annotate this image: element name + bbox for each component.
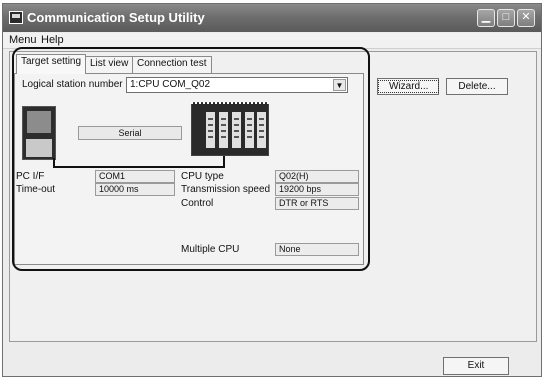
serial-label: Serial (78, 126, 182, 140)
cpu-type-label: CPU type (181, 171, 224, 182)
control-label: Control (181, 198, 214, 209)
delete-button[interactable]: Delete... (446, 78, 508, 95)
transmission-speed-value: 19200 bps (275, 183, 359, 196)
tab-target-setting[interactable]: Target setting (16, 54, 87, 74)
control-value: DTR or RTS (275, 197, 359, 210)
computer-screen (27, 111, 51, 133)
wizard-button-label: Wizard... (378, 80, 440, 93)
logical-station-label: Logical station number (22, 79, 123, 90)
utility-icon (9, 11, 23, 24)
pc-if-label: PC I/F (16, 171, 45, 182)
timeout-value: 10000 ms (95, 183, 175, 196)
maximize-button[interactable]: □ (497, 9, 515, 27)
target-setting-panel: Logical station number 1:CPU COM_Q02 ▼ S… (14, 73, 364, 265)
logical-station-value: 1:CPU COM_Q02 (130, 79, 211, 90)
tab-connection-test[interactable]: Connection test (132, 56, 212, 73)
computer-base (26, 139, 52, 157)
exit-button[interactable]: Exit (443, 357, 509, 375)
computer-icon (22, 106, 56, 160)
menu-item-help[interactable]: Help (41, 34, 64, 46)
multiple-cpu-value: None (275, 243, 359, 256)
timeout-label: Time-out (16, 184, 56, 195)
multiple-cpu-label: Multiple CPU (181, 244, 240, 255)
main-content: Target setting List view Connection test… (9, 47, 537, 342)
window-title: Communication Setup Utility (27, 10, 205, 25)
plc-slot (219, 112, 228, 148)
plc-slot (245, 112, 254, 148)
connection-line (223, 156, 225, 167)
minimize-button[interactable]: ▁ (477, 9, 495, 27)
chevron-down-icon[interactable]: ▼ (333, 79, 346, 91)
plc-slot (257, 112, 266, 148)
plc-rack-icon (191, 102, 269, 156)
wizard-button[interactable]: Wizard... (377, 78, 440, 95)
app-window: Communication Setup Utility ▁ □ ✕ Menu H… (2, 3, 542, 377)
menu-bar: Menu Help (3, 33, 541, 49)
connection-line (53, 166, 225, 168)
logical-station-select[interactable]: 1:CPU COM_Q02 ▼ (126, 77, 348, 93)
cpu-type-value: Q02(H) (275, 170, 359, 183)
tab-list-view[interactable]: List view (85, 56, 134, 73)
plc-slot (232, 112, 241, 148)
plc-top-border (191, 102, 269, 106)
transmission-speed-label: Transmission speed (181, 184, 271, 195)
plc-slot (206, 112, 215, 148)
close-button[interactable]: ✕ (517, 9, 535, 27)
title-bar[interactable]: Communication Setup Utility ▁ □ ✕ (3, 4, 541, 32)
menu-item-menu[interactable]: Menu (9, 34, 37, 46)
pc-if-value: COM1 (95, 170, 175, 183)
